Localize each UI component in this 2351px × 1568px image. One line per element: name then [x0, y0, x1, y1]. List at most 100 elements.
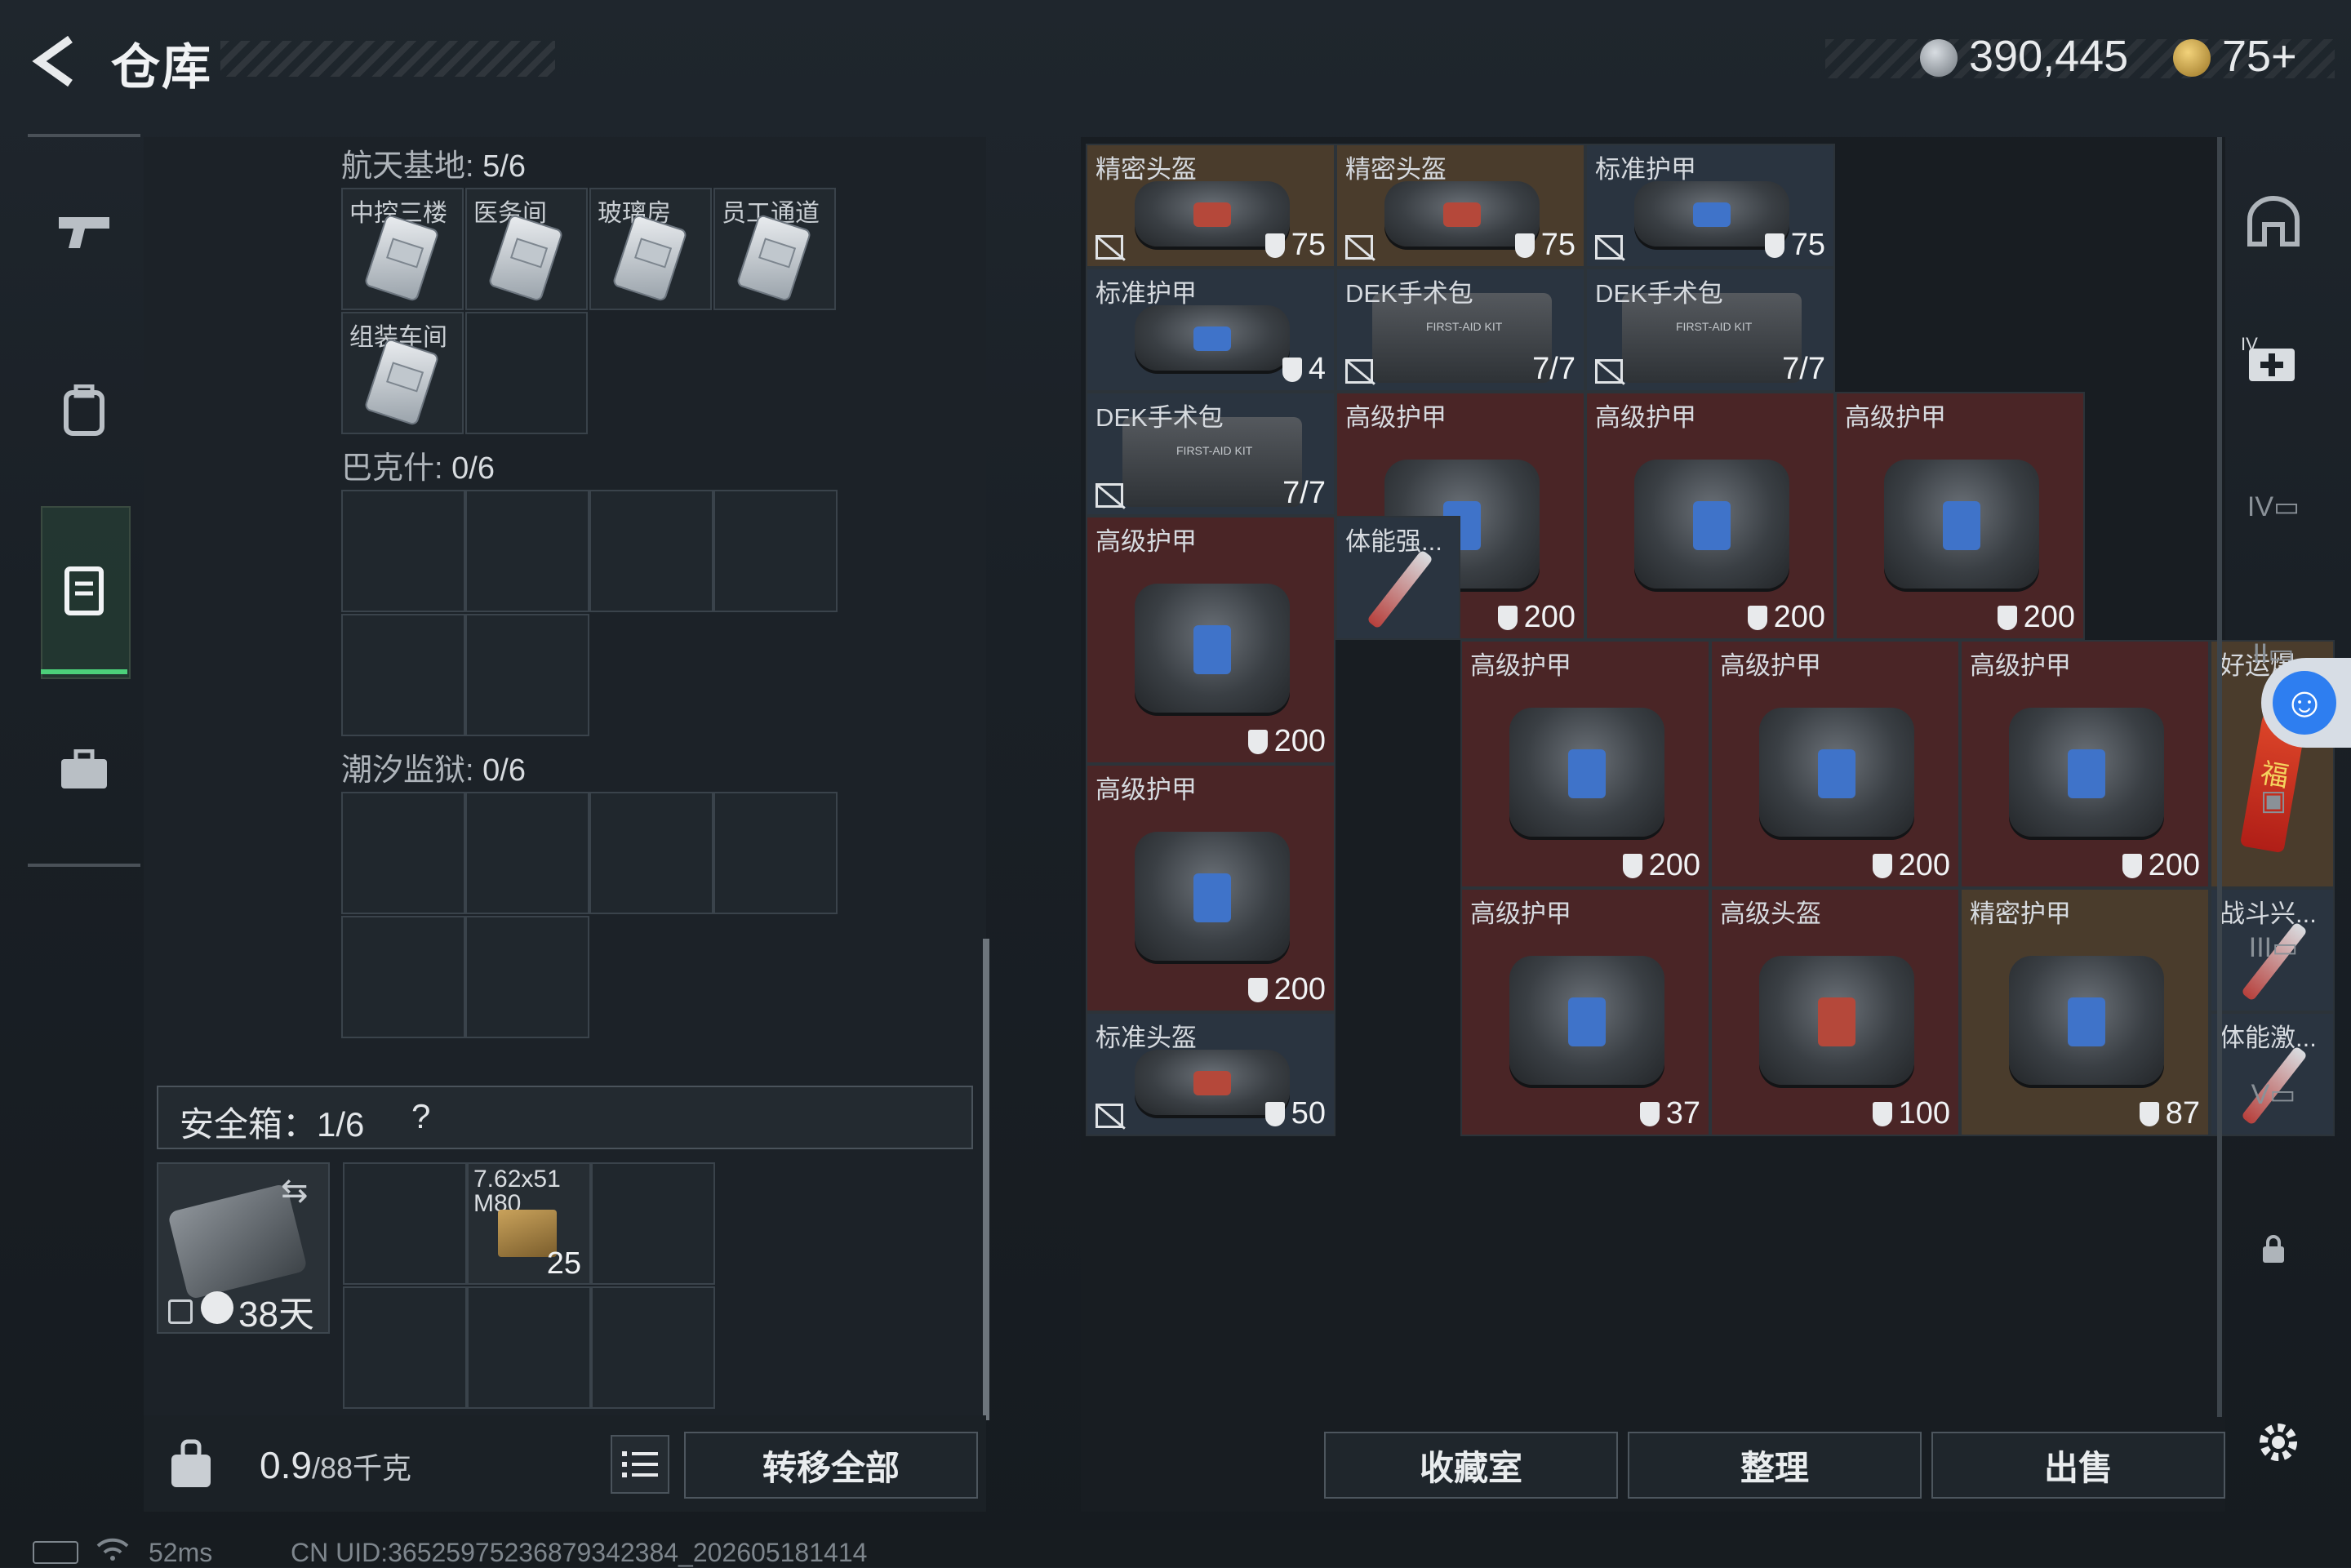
inventory-item[interactable]: 精密头盔 75 [1335, 144, 1585, 268]
weapon-filter-icon[interactable]: III▭ [2237, 911, 2310, 984]
empty-slot[interactable] [465, 312, 588, 434]
inventory-item[interactable]: 高级护甲 200 [1086, 764, 1335, 1012]
lock-icon [168, 1299, 193, 1324]
empty-slot[interactable] [713, 792, 838, 914]
inventory-item[interactable]: DEK手术包 7/7 [1086, 392, 1335, 516]
inventory-item[interactable]: 标准护甲 4 [1086, 268, 1335, 392]
section-label-3: 潮汐监狱: 0/6 [341, 753, 526, 788]
ammo-slot[interactable]: 7.62x51 M80 25 [467, 1162, 591, 1285]
empty-slot[interactable] [465, 792, 589, 914]
shield-icon [1872, 1101, 1892, 1126]
inventory-item[interactable]: 精密护甲 87 [1960, 888, 2210, 1136]
empty-slot[interactable] [341, 792, 465, 914]
inventory-item[interactable]: 高级头盔 100 [1710, 888, 1960, 1136]
empty-slot[interactable] [591, 1286, 715, 1409]
backpack-icon[interactable] [49, 375, 119, 446]
item-durability: 200 [1622, 848, 1700, 883]
key-slot[interactable]: 医务间 [465, 188, 588, 310]
vest-icon[interactable] [49, 555, 119, 625]
pistol-icon[interactable] [49, 196, 119, 266]
list-view-button[interactable] [611, 1435, 669, 1494]
empty-slot[interactable] [589, 490, 713, 612]
empty-slot[interactable] [465, 490, 589, 612]
key-slot[interactable]: 中控三楼 [341, 188, 464, 310]
item-name: 体能强... [1345, 527, 1442, 556]
inventory-item[interactable]: 高级护甲 200 [1585, 392, 1835, 640]
inventory-item[interactable]: 高级护甲 200 [1835, 392, 2085, 640]
empty-slot[interactable] [341, 614, 465, 736]
inventory-item[interactable]: 体能强... [1335, 516, 1460, 640]
key-slot[interactable]: 员工通道 [713, 188, 836, 310]
item-durability: 7/7 [1282, 476, 1326, 510]
armor-icon [1634, 459, 1789, 589]
help-icon[interactable]: ? [411, 1097, 430, 1136]
inventory-item[interactable]: 标准护甲 75 [1585, 144, 1835, 268]
empty-slot[interactable] [341, 916, 465, 1038]
empty-slot[interactable] [465, 614, 589, 736]
no-insure-icon [1345, 235, 1373, 260]
inventory-item[interactable]: 标准头盔 50 [1086, 1012, 1335, 1136]
section-label-1: 航天基地: 5/6 [341, 149, 526, 184]
ammo-name: 7.62x51 M80 [473, 1166, 561, 1217]
item-durability: 75 [1764, 228, 1825, 263]
shield-icon [1872, 853, 1892, 878]
item-name: 高级护甲 [1345, 403, 1447, 432]
inventory-item[interactable]: 高级护甲 200 [1086, 516, 1335, 764]
transfer-all-button[interactable]: 转移全部 [684, 1432, 978, 1499]
case-icon[interactable] [49, 735, 119, 805]
key-slot[interactable]: 组装车间 [341, 312, 464, 434]
accessibility-button[interactable]: ☺ [2261, 658, 2351, 748]
shield-icon [1264, 1101, 1285, 1126]
safe-box-case-slot[interactable]: ⇆ 38天 [157, 1162, 330, 1335]
empty-slot[interactable] [341, 490, 465, 612]
days-remaining: 38天 [238, 1295, 314, 1335]
armor-icon [1509, 955, 1664, 1086]
empty-slot[interactable] [343, 1162, 467, 1285]
empty-slot[interactable] [589, 792, 713, 914]
svg-text:IV: IV [2241, 335, 2258, 354]
empty-slot[interactable] [713, 490, 838, 612]
helmet-icon [1759, 955, 1914, 1086]
uid-readout: CN UID:3652597523687934238​4_20260518141… [291, 1538, 868, 1567]
key-slot[interactable]: 玻璃房 [589, 188, 712, 310]
empty-slot[interactable] [467, 1286, 591, 1409]
empty-slot[interactable] [591, 1162, 715, 1285]
item-durability: 7/7 [1782, 352, 1825, 386]
organize-button[interactable]: 整理 [1628, 1432, 1922, 1499]
item-name: 精密护甲 [1970, 899, 2071, 928]
settings-gear-icon[interactable] [2242, 1406, 2315, 1479]
item-name: 标准护甲 [1595, 155, 1696, 184]
no-insure-icon [1096, 1104, 1123, 1128]
item-durability: 200 [1997, 600, 2075, 635]
lock-icon[interactable] [2237, 1213, 2310, 1286]
item-durability: 75 [1514, 228, 1575, 263]
collection-room-button[interactable]: 收藏室 [1324, 1432, 1618, 1499]
swap-icon[interactable]: ⇆ [281, 1172, 309, 1210]
inventory-item[interactable]: 高级护甲 200 [1460, 640, 1710, 888]
item-name: 高级护甲 [1720, 651, 1821, 680]
section-label-2: 巴克什: 0/6 [341, 451, 495, 486]
armor-icon [1884, 459, 2039, 589]
item-durability: 200 [1747, 600, 1825, 635]
empty-slot[interactable] [343, 1286, 467, 1409]
inventory-item[interactable]: 高级护甲 200 [1710, 640, 1960, 888]
helmet-filter-icon[interactable] [2237, 184, 2310, 258]
inventory-item[interactable]: 高级护甲 200 [1960, 640, 2210, 888]
shield-icon [1497, 605, 1518, 630]
armor-icon [1135, 305, 1290, 371]
item-durability: 7/7 [1532, 352, 1575, 386]
photo-filter-icon[interactable]: ▣ [2237, 764, 2310, 837]
inventory-item[interactable]: DEK手术包 7/7 [1335, 268, 1585, 392]
inventory-item[interactable]: DEK手术包 7/7 [1585, 268, 1835, 392]
scrollbar[interactable] [983, 939, 989, 1420]
medkit-filter-icon[interactable]: IV [2237, 323, 2310, 397]
item-filter-icon[interactable]: V▭ [2237, 1058, 2310, 1131]
sell-button[interactable]: 出售 [1931, 1432, 2225, 1499]
empty-slot[interactable] [465, 916, 589, 1038]
item-name: 高级护甲 [1595, 403, 1696, 432]
safe-box-header: 安全箱：1/6 ? [157, 1086, 973, 1149]
inventory-item[interactable]: 高级护甲 37 [1460, 888, 1710, 1136]
folder-filter-icon[interactable]: IV▭ [2237, 470, 2310, 544]
inventory-item[interactable]: 精密头盔 75 [1086, 144, 1335, 268]
back-arrow-icon[interactable] [28, 33, 85, 90]
